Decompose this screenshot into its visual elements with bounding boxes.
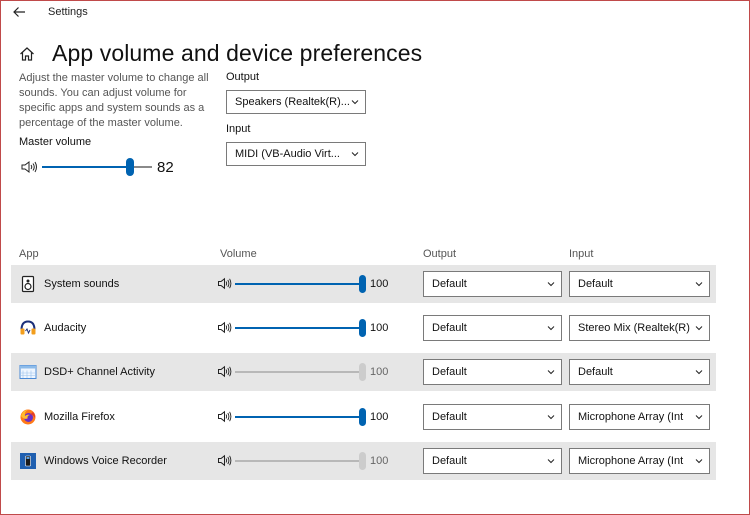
app-volume-thumb[interactable] (359, 452, 366, 470)
chevron-down-icon (351, 100, 359, 105)
chevron-down-icon (695, 459, 703, 464)
app-row: Mozilla Firefox 100 Default Microphone Arra… (11, 398, 716, 436)
app-name: Audacity (44, 322, 87, 334)
app-input-dropdown[interactable]: Default (569, 271, 710, 297)
input-label: Input (226, 123, 251, 135)
app-volume-thumb[interactable] (359, 319, 366, 337)
app-input-dropdown[interactable]: Microphone Array (Int (569, 448, 710, 474)
app-input-value: Default (578, 366, 613, 378)
system-sounds-icon (19, 275, 37, 293)
voice-recorder-icon (19, 452, 37, 470)
app-output-dropdown[interactable]: Default (423, 271, 562, 297)
app-row: System sounds 100 Default Default (11, 265, 716, 303)
app-volume-value: 100 (370, 366, 389, 378)
speaker-icon[interactable] (217, 410, 232, 423)
chevron-down-icon (547, 282, 555, 287)
app-output-dropdown[interactable]: Default (423, 359, 562, 385)
column-header-app: App (19, 248, 39, 260)
chevron-down-icon (547, 370, 555, 375)
title-bar: Settings (0, 0, 750, 26)
master-volume-fill (42, 166, 130, 168)
chevron-down-icon (695, 282, 703, 287)
app-name: Mozilla Firefox (44, 411, 115, 423)
window-title: Settings (48, 6, 88, 18)
chevron-down-icon (695, 415, 703, 420)
app-volume-fill (235, 416, 363, 418)
speaker-icon[interactable] (217, 277, 232, 290)
app-volume-slider[interactable] (235, 452, 366, 470)
app-volume-slider[interactable] (235, 319, 366, 337)
master-volume-slider[interactable] (42, 158, 152, 176)
app-volume-slider[interactable] (235, 408, 366, 426)
app-window-icon (19, 363, 37, 381)
input-device-dropdown[interactable]: MIDI (VB-Audio Virt... (226, 142, 366, 166)
speaker-icon[interactable] (217, 365, 232, 378)
app-row: DSD+ Channel Activity 100 Default Default (11, 353, 716, 391)
app-volume-fill (235, 460, 363, 462)
app-output-dropdown[interactable]: Default (423, 404, 562, 430)
app-input-value: Stereo Mix (Realtek(R) (578, 322, 690, 334)
column-header-input: Input (569, 248, 594, 260)
app-input-dropdown[interactable]: Stereo Mix (Realtek(R) (569, 315, 710, 341)
app-volume-value: 100 (370, 322, 389, 334)
app-output-value: Default (432, 366, 467, 378)
firefox-icon (19, 408, 37, 426)
app-output-dropdown[interactable]: Default (423, 448, 562, 474)
app-output-value: Default (432, 411, 467, 423)
app-input-dropdown[interactable]: Default (569, 359, 710, 385)
output-label: Output (226, 71, 260, 83)
master-volume-value: 82 (157, 159, 174, 176)
output-device-dropdown[interactable]: Speakers (Realtek(R)... (226, 90, 366, 114)
app-output-value: Default (432, 455, 467, 467)
app-output-value: Default (432, 322, 467, 334)
page-title: App volume and device preferences (52, 40, 423, 66)
app-volume-value: 100 (370, 411, 389, 423)
speaker-icon[interactable] (217, 454, 232, 467)
app-name: System sounds (44, 278, 120, 290)
chevron-down-icon (547, 415, 555, 420)
app-input-dropdown[interactable]: Microphone Array (Int (569, 404, 710, 430)
input-device-value: MIDI (VB-Audio Virt... (235, 148, 340, 160)
master-volume-label: Master volume (19, 136, 92, 148)
column-header-volume: Volume (220, 248, 257, 260)
app-volume-thumb[interactable] (359, 408, 366, 426)
description-text: Adjust the master volume to change all s… (19, 72, 209, 129)
app-volume-fill (235, 371, 363, 373)
app-input-value: Default (578, 278, 613, 290)
chevron-down-icon (547, 459, 555, 464)
chevron-down-icon (547, 326, 555, 331)
back-arrow-icon (13, 7, 25, 17)
app-volume-value: 100 (370, 455, 389, 467)
app-volume-fill (235, 283, 363, 285)
app-row: Windows Voice Recorder 100 Default Micropho… (11, 442, 716, 480)
column-header-output: Output (423, 248, 457, 260)
home-icon[interactable] (19, 46, 35, 62)
output-device-value: Speakers (Realtek(R)... (235, 96, 350, 108)
app-volume-fill (235, 327, 363, 329)
app-volume-slider[interactable] (235, 363, 366, 381)
app-name: Windows Voice Recorder (44, 455, 167, 467)
app-output-value: Default (432, 278, 467, 290)
app-input-value: Microphone Array (Int (578, 411, 684, 423)
app-name: DSD+ Channel Activity (44, 366, 155, 378)
chevron-down-icon (695, 370, 703, 375)
app-row: Audacity 100 Default Stereo Mix (Realtek(R) (11, 309, 716, 347)
app-output-dropdown[interactable]: Default (423, 315, 562, 341)
app-volume-value: 100 (370, 278, 389, 290)
back-button[interactable] (10, 4, 28, 20)
app-input-value: Microphone Array (Int (578, 455, 684, 467)
speaker-icon[interactable] (217, 321, 232, 334)
audacity-icon (19, 319, 37, 337)
speaker-icon[interactable] (20, 160, 38, 174)
chevron-down-icon (351, 152, 359, 157)
master-volume-thumb[interactable] (126, 158, 134, 176)
chevron-down-icon (695, 326, 703, 331)
app-volume-thumb[interactable] (359, 363, 366, 381)
app-volume-slider[interactable] (235, 275, 366, 293)
app-volume-thumb[interactable] (359, 275, 366, 293)
